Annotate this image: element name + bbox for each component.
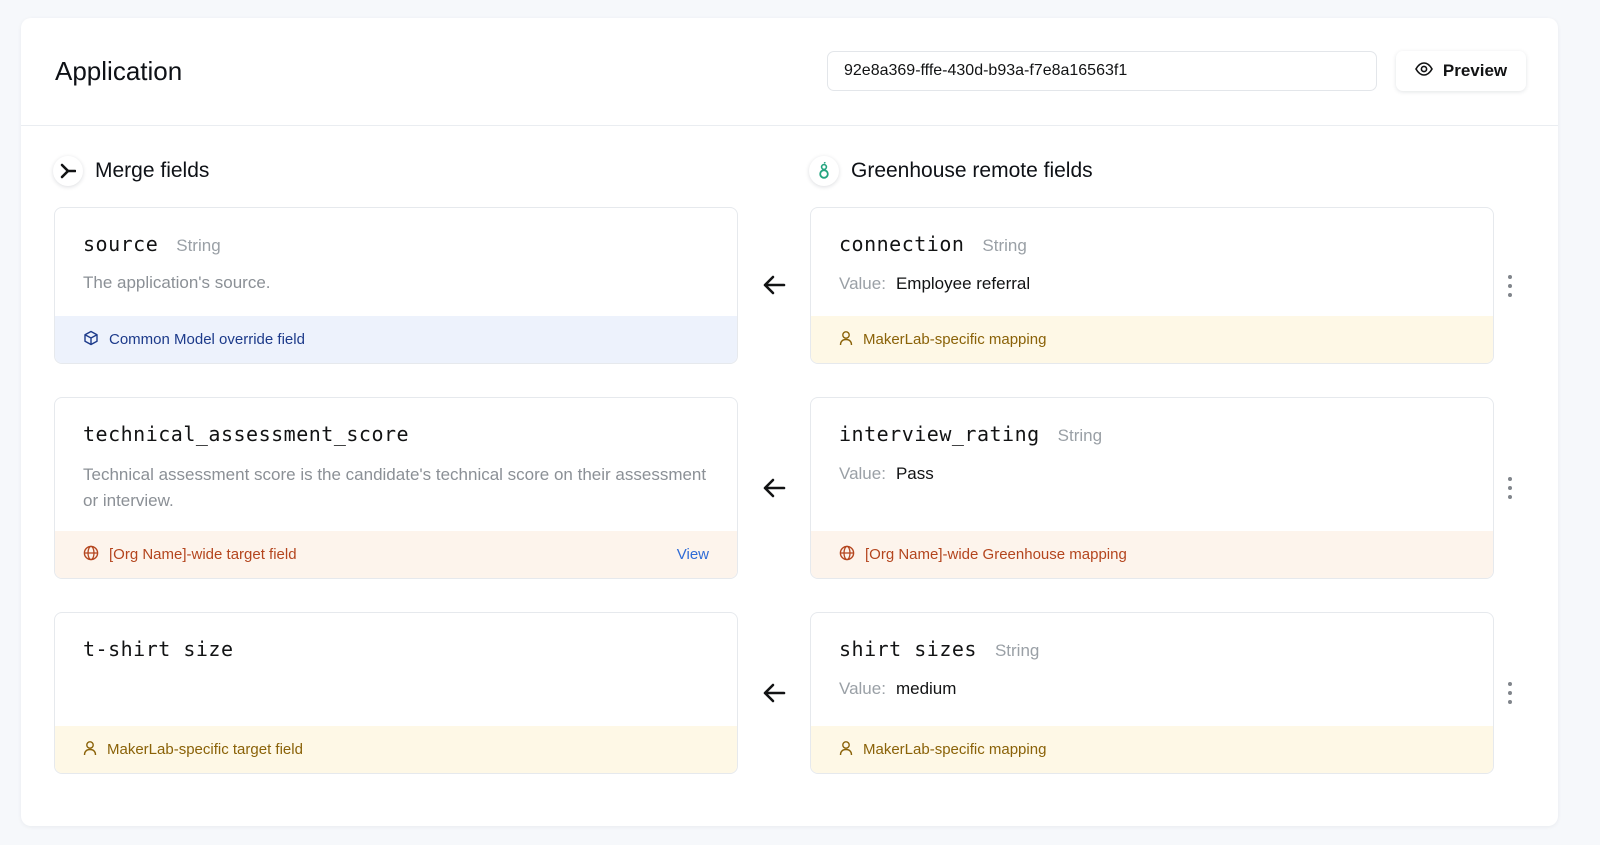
cube-icon <box>83 330 99 350</box>
merge-logo-icon <box>53 156 83 186</box>
more-options-icon[interactable] <box>1505 682 1515 704</box>
more-options-icon[interactable] <box>1505 477 1515 499</box>
field-value: Employee referral <box>895 274 1031 293</box>
footer-label: [Org Name]-wide target field <box>109 546 297 563</box>
footer-label: Common Model override field <box>109 331 305 348</box>
field-value: medium <box>895 679 957 698</box>
value-label: Value: <box>839 274 886 293</box>
field-footer: [Org Name]-wide target field View <box>55 531 737 578</box>
merge-field-card[interactable]: technical_assessment_score Technical ass… <box>54 397 738 579</box>
globe-icon <box>839 545 855 565</box>
arrow-left-icon <box>761 475 787 501</box>
field-description: The application's source. <box>83 273 271 292</box>
footer-label: MakerLab-specific target field <box>107 741 303 758</box>
field-footer: [Org Name]-wide Greenhouse mapping <box>811 531 1493 578</box>
merge-fields-title: Merge fields <box>95 159 210 182</box>
field-name: interview_rating <box>839 422 1040 446</box>
field-type: String <box>1057 426 1103 445</box>
field-value-row: Value: medium <box>839 679 1465 699</box>
globe-icon <box>83 545 99 565</box>
view-link[interactable]: View <box>677 546 709 563</box>
preview-button-label: Preview <box>1442 61 1508 80</box>
remote-field-card[interactable]: interview_rating String Value: Pass [Org… <box>810 397 1494 579</box>
field-name: source <box>83 232 159 256</box>
value-label: Value: <box>839 464 886 483</box>
field-value-row: Value: Employee referral <box>839 274 1465 294</box>
application-id-field[interactable] <box>827 51 1377 91</box>
greenhouse-fields-title: Greenhouse remote fields <box>851 159 1093 182</box>
panel-header: Application Preview <box>21 18 1558 126</box>
merge-field-card[interactable]: t-shirt size MakerLab-specific target fi… <box>54 612 738 774</box>
eye-icon <box>1414 61 1433 81</box>
user-icon <box>83 740 97 760</box>
arrow-left-icon <box>761 272 787 298</box>
field-value: Pass <box>895 464 934 483</box>
field-footer: MakerLab-specific target field <box>55 726 737 773</box>
remote-field-card[interactable]: shirt sizes String Value: medium MakerLa… <box>810 612 1494 774</box>
greenhouse-fields-heading: Greenhouse remote fields <box>809 156 1093 186</box>
field-description: Technical assessment score is the candid… <box>83 465 707 510</box>
field-value-row: Value: Pass <box>839 464 1465 484</box>
field-name: connection <box>839 232 965 256</box>
preview-button[interactable]: Preview <box>1396 51 1526 91</box>
field-name: shirt sizes <box>839 637 977 661</box>
remote-field-card[interactable]: connection String Value: Employee referr… <box>810 207 1494 364</box>
footer-label: MakerLab-specific mapping <box>863 331 1047 348</box>
field-name: technical_assessment_score <box>83 422 410 446</box>
field-footer: MakerLab-specific mapping <box>811 316 1493 363</box>
value-label: Value: <box>839 679 886 698</box>
footer-label: MakerLab-specific mapping <box>863 741 1047 758</box>
application-panel: Application Preview Merge fields Greenho… <box>21 18 1558 826</box>
footer-label: [Org Name]-wide Greenhouse mapping <box>865 546 1127 563</box>
greenhouse-logo-icon <box>809 156 839 186</box>
field-type: String <box>982 236 1027 255</box>
merge-field-card[interactable]: source String The application's source. … <box>54 207 738 364</box>
page-title: Application <box>55 56 183 86</box>
more-options-icon[interactable] <box>1505 275 1515 297</box>
arrow-left-icon <box>761 680 787 706</box>
field-type: String <box>994 641 1040 660</box>
user-icon <box>839 740 853 760</box>
merge-fields-heading: Merge fields <box>53 156 209 186</box>
user-icon <box>839 330 853 350</box>
field-name: t-shirt size <box>83 637 234 661</box>
field-type: String <box>176 236 221 255</box>
field-footer: Common Model override field <box>55 316 737 363</box>
field-footer: MakerLab-specific mapping <box>811 726 1493 773</box>
